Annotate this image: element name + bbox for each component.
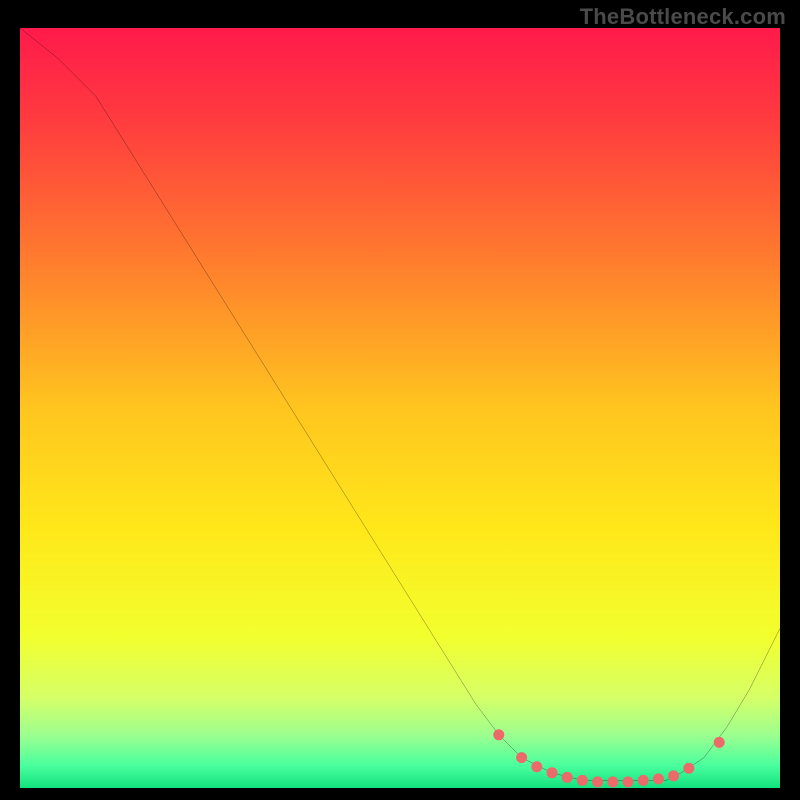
marker-dot	[607, 776, 618, 787]
marker-dot	[493, 729, 504, 740]
chart-stage: TheBottleneck.com	[0, 0, 800, 800]
marker-dot	[653, 773, 664, 784]
marker-dot	[683, 763, 694, 774]
marker-dot	[622, 776, 633, 787]
marker-dot	[592, 776, 603, 787]
watermark-label: TheBottleneck.com	[580, 4, 786, 30]
marker-dot	[516, 752, 527, 763]
marker-dot	[638, 775, 649, 786]
marker-dot	[546, 767, 557, 778]
gradient-backdrop	[20, 28, 780, 788]
marker-dot	[668, 770, 679, 781]
marker-dot	[577, 775, 588, 786]
marker-dot	[562, 772, 573, 783]
bottleneck-chart	[20, 28, 780, 788]
marker-dot	[531, 761, 542, 772]
marker-dot	[714, 737, 725, 748]
